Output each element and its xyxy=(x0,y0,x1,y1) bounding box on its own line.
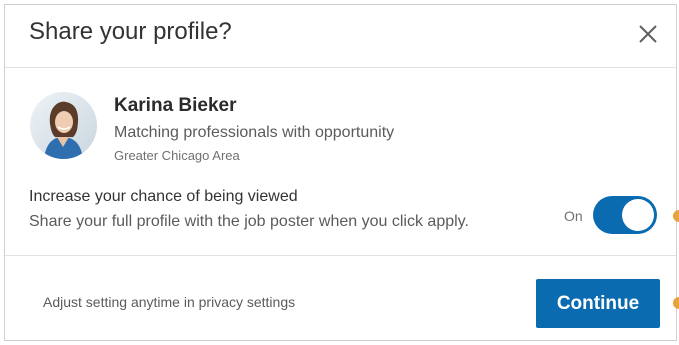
share-profile-toggle[interactable] xyxy=(593,196,657,234)
share-profile-dialog: Share your profile? Karina Bieker Matchi… xyxy=(4,4,677,341)
avatar xyxy=(30,92,97,159)
visibility-description: Share your full profile with the job pos… xyxy=(29,213,469,230)
profile-location: Greater Chicago Area xyxy=(114,148,240,163)
toggle-knob xyxy=(622,199,654,231)
visibility-title: Increase your chance of being viewed xyxy=(29,188,298,205)
marker-dot xyxy=(673,210,679,222)
profile-headline: Matching professionals with opportunity xyxy=(114,124,395,141)
dialog-footer: Adjust setting anytime in privacy settin… xyxy=(5,255,676,340)
close-icon xyxy=(639,25,657,43)
visibility-setting: Increase your chance of being viewed Sha… xyxy=(5,182,676,254)
continue-button[interactable]: Continue xyxy=(536,279,660,328)
profile-name: Karina Bieker xyxy=(114,95,237,116)
close-button[interactable] xyxy=(633,19,663,49)
privacy-note: Adjust setting anytime in privacy settin… xyxy=(43,294,296,310)
dialog-title: Share your profile? xyxy=(29,18,232,45)
marker-dot xyxy=(673,297,679,309)
toggle-state-label: On xyxy=(564,208,583,224)
dialog-header: Share your profile? xyxy=(5,5,676,68)
profile-summary: Karina Bieker Matching professionals wit… xyxy=(5,67,676,182)
